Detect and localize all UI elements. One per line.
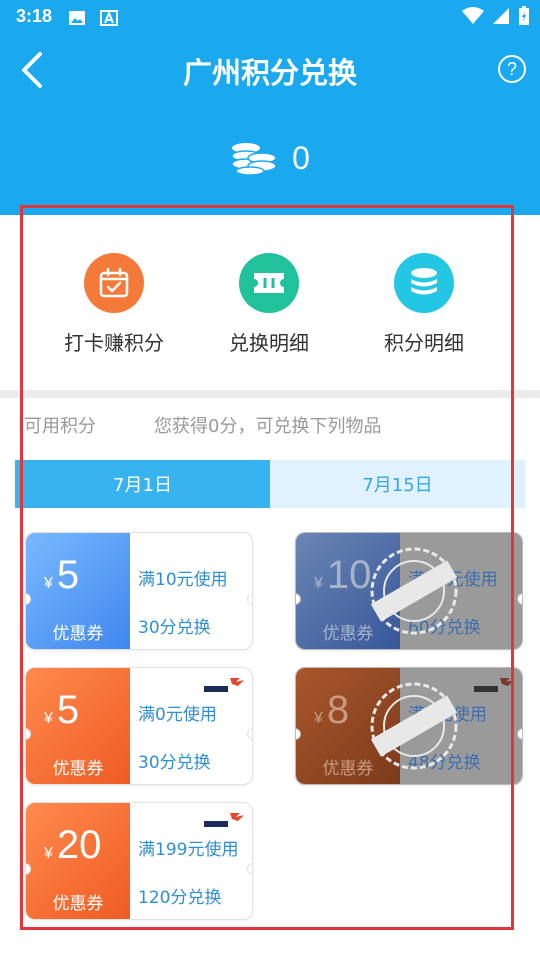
coupon-type: 优惠券 — [52, 624, 104, 644]
coupon-detail-panel: 满199元使用 120分兑换 — [130, 803, 252, 919]
exchange-details-button[interactable]: 兑换明细 — [179, 253, 359, 356]
coupon-value-panel: ¥ 20 优惠券 — [26, 803, 130, 919]
tab-july-1[interactable]: 7月1日 — [15, 460, 270, 508]
yen-symbol: ¥ — [314, 710, 323, 727]
available-points-label: 可用积分 — [24, 416, 96, 437]
action-label: 积分明细 — [384, 331, 464, 355]
date-tabs: 7月1日 7月15日 — [15, 460, 525, 508]
header-bar: 3:18 广州积分兑换 ? 0 — [0, 0, 540, 215]
double-fish-logo — [204, 813, 244, 827]
signal-icon — [493, 8, 509, 24]
coupon-condition: 满10元使用 — [138, 570, 228, 590]
action-label: 兑换明细 — [229, 331, 309, 355]
page-title: 广州积分兑换 — [182, 56, 357, 90]
image-icon — [69, 11, 85, 25]
coupon-value-panel: ¥ 5 优惠券 — [26, 668, 130, 784]
coupon-card[interactable]: ¥ 5 优惠券 满10元使用 30分兑换 — [25, 532, 253, 650]
double-fish-logo — [204, 678, 244, 692]
points-details-button[interactable]: 积分明细 — [334, 253, 514, 356]
yen-symbol: ¥ — [44, 710, 53, 727]
coupon-amount: 5 — [56, 553, 80, 597]
coupon-type: 优惠券 — [52, 894, 104, 914]
coupon-notch — [247, 593, 252, 605]
font-icon — [100, 10, 118, 26]
section-divider — [0, 390, 540, 398]
coupon-detail-panel: 满0元使用 30分兑换 — [130, 668, 252, 784]
coin-stack-icon — [231, 142, 277, 176]
checkin-earn-points-button[interactable]: 打卡赚积分 — [24, 253, 204, 356]
coupon-amount: 10 — [326, 553, 372, 597]
coupon-notch — [517, 593, 522, 605]
sold-out-stamp-icon — [370, 682, 458, 770]
coin-stack-icon — [411, 268, 437, 295]
action-icon-wrap — [239, 253, 299, 313]
coupon-card[interactable]: ¥ 5 优惠券 满0元使用 30分兑换 — [25, 667, 253, 785]
action-icon-wrap — [84, 253, 144, 313]
status-bar: 3:18 — [0, 0, 540, 36]
ticket-icon — [254, 273, 284, 293]
yen-symbol: ¥ — [44, 845, 53, 862]
yen-symbol: ¥ — [314, 575, 323, 592]
coupon-type: 优惠券 — [52, 759, 104, 779]
yen-symbol: ¥ — [44, 575, 53, 592]
coupon-card-sold-out: ¥ 8 优惠券 满0元使用 48分兑换 — [295, 667, 523, 785]
coupon-amount: 5 — [56, 688, 80, 732]
coupon-value-panel: ¥ 5 优惠券 — [26, 533, 130, 649]
coupon-amount: 20 — [56, 823, 102, 867]
double-fish-logo — [474, 678, 514, 692]
points-description: 您获得0分，可兑换下列物品 — [154, 416, 382, 437]
coupon-cost: 30分兑换 — [138, 618, 211, 638]
sold-out-stamp-icon — [370, 547, 458, 635]
quick-actions: 打卡赚积分 兑换明细 积分明细 — [0, 215, 540, 390]
coupon-notch — [247, 728, 252, 740]
tab-july-15[interactable]: 7月15日 — [270, 460, 525, 508]
coupon-notch — [517, 728, 522, 740]
coupon-cost: 120分兑换 — [138, 888, 222, 908]
coupon-card[interactable]: ¥ 20 优惠券 满199元使用 120分兑换 — [25, 802, 253, 920]
coupon-card-sold-out: ¥ 10 优惠券 满20元使用 60分兑换 — [295, 532, 523, 650]
coupon-detail-panel: 满10元使用 30分兑换 — [130, 533, 252, 649]
points-value: 0 — [292, 140, 310, 176]
coupon-notch — [247, 863, 252, 875]
coupon-amount: 8 — [326, 688, 350, 732]
action-label: 打卡赚积分 — [64, 331, 164, 355]
status-time: 3:18 — [16, 6, 53, 26]
coupon-cost: 30分兑换 — [138, 753, 211, 773]
points-display: 0 — [0, 140, 540, 177]
help-button[interactable]: ? — [498, 55, 526, 83]
wifi-icon — [462, 7, 484, 24]
battery-icon — [519, 6, 529, 25]
action-icon-wrap — [394, 253, 454, 313]
coupon-condition: 满0元使用 — [138, 705, 217, 725]
coupon-condition: 满199元使用 — [138, 840, 239, 860]
calendar-check-icon — [99, 267, 129, 298]
